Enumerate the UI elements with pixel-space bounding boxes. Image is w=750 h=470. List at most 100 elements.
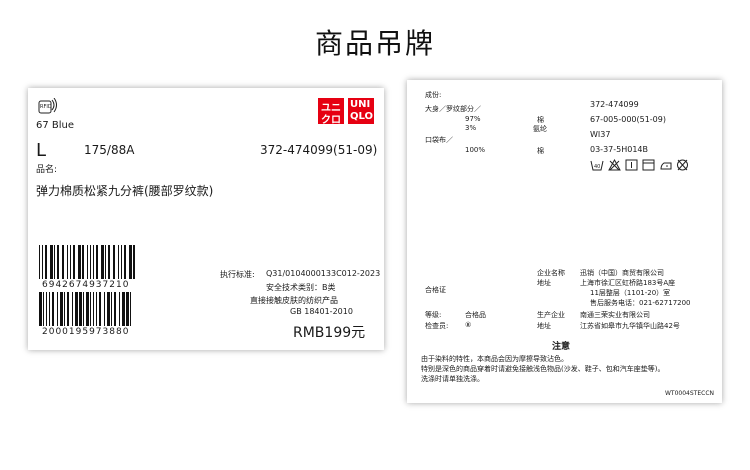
lot-code: WI37: [590, 130, 611, 139]
company-label: 企业名称: [537, 269, 565, 277]
dry-flat-icon: [642, 159, 655, 171]
barcode-bar: [93, 245, 94, 279]
barcode-number: 2000195973880: [42, 327, 130, 337]
certificate-label: 合格证: [425, 286, 446, 294]
barcode-bar: [113, 245, 115, 279]
barcode-bar: [104, 292, 105, 326]
barcode-bar: [114, 292, 116, 326]
producer-label: 生产企业: [537, 311, 565, 319]
barcode-bar: [122, 292, 125, 326]
address-label: 地址: [537, 279, 551, 287]
notice-line: 由于染料的特性，本商品会因为摩擦导致沾色。: [421, 355, 568, 363]
standard-value: Q31/0104000133C012-2023: [266, 269, 381, 278]
barcode-bar: [107, 292, 110, 326]
barcode-bar: [73, 245, 75, 279]
barcode-bar: [90, 292, 91, 326]
barcode-bar: [52, 292, 54, 326]
care-label-back: 成份: 大身／罗纹部分／ 97% 3% 棉 氨纶 口袋布／ 100% 棉 372…: [407, 80, 722, 403]
product-code: 372-474099(51-09): [260, 143, 378, 157]
barcode-bar: [83, 292, 84, 326]
grade-value: 合格品: [465, 311, 486, 319]
inspector-label: 检查员:: [425, 322, 449, 330]
barcode-bar: [111, 292, 112, 326]
height-spec: 175/88A: [84, 143, 135, 157]
product-name: 弹力棉质松紧九分裤(腰部罗纹款): [36, 184, 214, 198]
producer-name: 南通三荣实业有限公司: [580, 311, 650, 319]
barcode-bar: [75, 292, 78, 326]
standard-label: 执行标准:: [220, 270, 255, 279]
barcode-bar: [101, 245, 104, 279]
barcode-bar: [39, 292, 42, 326]
barcode-bar: [78, 245, 81, 279]
producer-address-label: 地址: [537, 322, 551, 330]
wash-temp: 40: [594, 164, 600, 170]
page-title: 商品吊牌: [314, 27, 435, 60]
barcode-number: 6942674937210: [42, 280, 130, 290]
product-code: 372-474099: [590, 100, 639, 109]
gb-standard: GB 18401-2010: [290, 307, 353, 316]
barcode-bar: [54, 245, 55, 279]
company-name: 迅销（中国）商贸有限公司: [580, 269, 664, 277]
barcode-bar: [108, 245, 110, 279]
brand-logo-katakana: ユニ クロ: [318, 98, 344, 126]
inspector-value: ⑧: [465, 321, 472, 329]
barcode-bar: [118, 245, 119, 279]
barcode-bar: [90, 245, 91, 279]
body-pct: 97%: [465, 115, 481, 123]
product-name-label: 品名:: [36, 165, 58, 175]
barcode-bar: [57, 245, 59, 279]
service-phone: 售后服务电话：021-62717200: [590, 299, 691, 307]
logo-text: QLO: [350, 111, 374, 122]
barcode-bar: [64, 292, 65, 326]
care-icons: 40: [590, 159, 700, 171]
barcode-bar: [67, 292, 69, 326]
barcode-bar: [67, 245, 68, 279]
barcode-bar: [79, 292, 82, 326]
producer-address: 江苏省如皋市九华镇华山路42号: [580, 322, 680, 330]
barcode-bar: [82, 245, 84, 279]
barcode-internal: [38, 292, 138, 326]
body-label: 大身／罗纹部分／: [425, 105, 481, 113]
barcode-bar: [99, 292, 101, 326]
barcode-bar: [43, 292, 44, 326]
composition-label: 成份:: [425, 91, 442, 99]
price: RMB199元: [293, 325, 366, 341]
barcode-bar: [93, 292, 94, 326]
body-fiber: 氨纶: [533, 125, 547, 133]
address-line: 11层整层（1101-20）室: [590, 289, 671, 297]
footer-code: WT0004STECCN: [665, 390, 714, 397]
no-bleach-icon: [608, 159, 621, 171]
barcode-bar: [124, 245, 126, 279]
notice-line: 特别是深色的商品穿着时请避免接触浅色物品(沙发、鞋子、包和汽车座垫等)。: [421, 365, 665, 373]
wash-40-icon: 40: [590, 160, 604, 171]
barcode-bar: [46, 292, 47, 326]
barcode-bar: [49, 292, 50, 326]
barcode-bar: [57, 292, 58, 326]
supplier-code: 67-005-000(51-09): [590, 115, 666, 124]
barcode-bar: [70, 245, 71, 279]
barcode-bar: [86, 292, 89, 326]
barcode-ean: [38, 245, 138, 279]
pocket-label: 口袋布／: [425, 136, 453, 144]
barcode-bar: [72, 292, 73, 326]
logo-text: クロ: [321, 115, 341, 126]
barcode-bar: [133, 245, 135, 279]
barcode-bar: [87, 245, 88, 279]
logo-text: UNI: [350, 99, 371, 110]
barcode-bar: [60, 292, 63, 326]
color-value: 67 Blue: [36, 120, 75, 131]
barcode-bar: [126, 292, 129, 326]
barcode-bar: [119, 292, 120, 326]
body-pct: 3%: [465, 124, 477, 132]
grade-label: 等级:: [425, 311, 442, 319]
safety-category: 安全技术类别：B类: [266, 283, 336, 292]
brand-logo-latin: UNI QLO: [348, 98, 374, 124]
barcode-bar: [42, 245, 43, 279]
price-tag-front: RFID ユニ クロ UNI QLO 67 Blue L 175/88A 372…: [28, 88, 384, 350]
notice-title: 注意: [552, 342, 571, 352]
batch-code: 03-37-5H014B: [590, 145, 648, 154]
skin-contact-note: 直接接触皮肤的纺织产品: [250, 296, 338, 305]
barcode-bar: [130, 292, 131, 326]
size-value: L: [36, 140, 47, 161]
barcode-bar: [121, 245, 122, 279]
